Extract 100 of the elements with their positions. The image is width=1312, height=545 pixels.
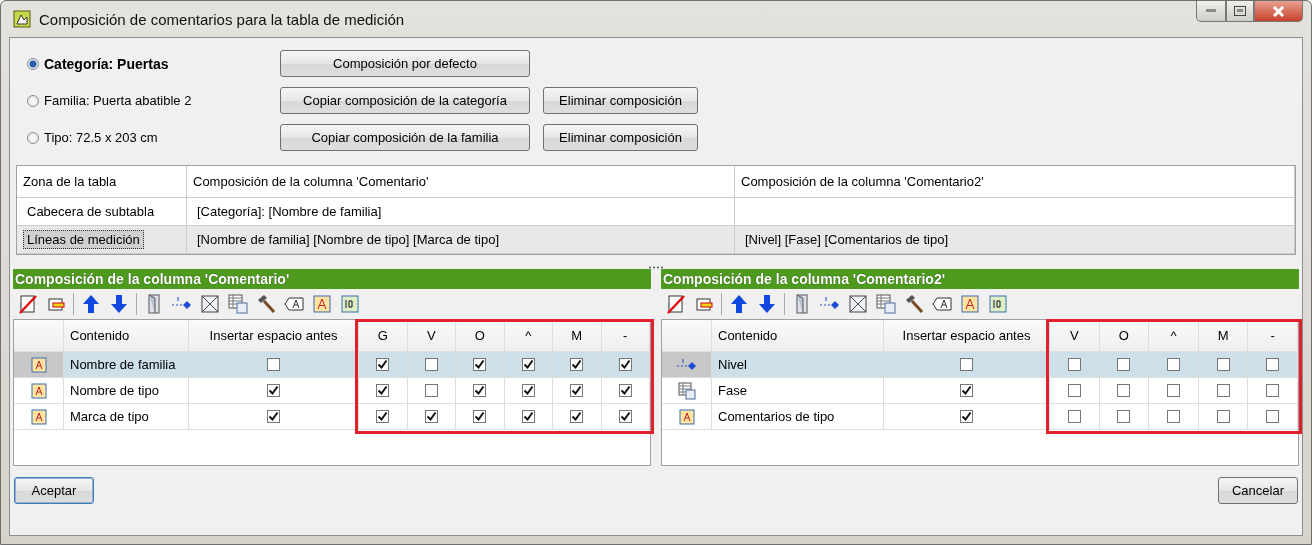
checkbox[interactable] <box>376 410 390 423</box>
radio-option[interactable]: Categoría: Puertas <box>27 55 267 72</box>
checkbox[interactable] <box>267 410 280 423</box>
number-field-icon[interactable] <box>339 293 361 315</box>
checkbox[interactable] <box>1167 384 1180 397</box>
app-icon <box>13 10 31 28</box>
radio-option[interactable]: Tipo: 72.5 x 203 cm <box>27 130 267 145</box>
text-field-icon <box>30 382 47 399</box>
panel-title: Composición de la columna 'Comentario2' <box>661 269 1299 289</box>
text-field-icon[interactable] <box>311 293 333 315</box>
delete-icon[interactable] <box>17 293 39 315</box>
checkbox[interactable] <box>521 410 535 423</box>
row-header[interactable] <box>662 404 712 430</box>
checkbox[interactable] <box>521 358 535 371</box>
action-button[interactable]: Eliminar composición <box>543 87 698 114</box>
checkbox[interactable] <box>1117 384 1131 397</box>
checkbox[interactable] <box>424 410 438 423</box>
dialog-button[interactable]: Cancelar <box>1218 476 1298 504</box>
row-header[interactable] <box>662 378 712 404</box>
checkbox[interactable] <box>960 410 973 423</box>
checkbox[interactable] <box>960 358 973 371</box>
column-header: Zona de la tabla <box>17 166 187 198</box>
table-icon[interactable] <box>875 293 897 315</box>
checkbox[interactable] <box>1216 384 1230 397</box>
checkbox[interactable] <box>1266 358 1280 371</box>
header-cell <box>14 320 64 352</box>
table-cell: Nombre de familia <box>64 352 189 378</box>
up-arrow-icon[interactable] <box>728 293 750 315</box>
checkbox[interactable] <box>1266 410 1280 423</box>
column-header: Insertar espacio antes <box>884 320 1050 352</box>
down-arrow-icon[interactable] <box>756 293 778 315</box>
checkbox[interactable] <box>1216 410 1230 423</box>
checkbox[interactable] <box>521 384 535 397</box>
table-cell: [Nivel] [Fase] [Comentarios de tipo] <box>735 226 1295 254</box>
row-header[interactable]: Cabecera de subtabla <box>17 198 187 226</box>
column-header: V <box>1050 320 1100 352</box>
checkbox[interactable] <box>570 384 584 397</box>
close-icon <box>1272 5 1285 17</box>
delete-icon[interactable] <box>665 293 687 315</box>
text-field-icon <box>30 408 47 425</box>
checkbox[interactable] <box>570 358 584 371</box>
checkbox[interactable] <box>424 384 438 397</box>
level-marker-icon <box>675 357 698 372</box>
action-button[interactable]: Composición por defecto <box>280 50 530 77</box>
checkbox[interactable] <box>618 384 632 397</box>
row-header[interactable] <box>14 378 64 404</box>
column-header: V <box>407 320 456 352</box>
table-cell: Fase <box>712 378 884 404</box>
table-icon[interactable] <box>227 293 249 315</box>
maximize-button[interactable] <box>1226 1 1254 22</box>
checkbox[interactable] <box>1266 384 1280 397</box>
table-cell: Nombre de tipo <box>64 378 189 404</box>
column-header: M <box>553 320 602 352</box>
checkbox[interactable] <box>570 410 584 423</box>
checkbox[interactable] <box>1067 384 1081 397</box>
column-header: - <box>601 320 650 352</box>
text-field-icon[interactable] <box>959 293 981 315</box>
checkbox[interactable] <box>1117 410 1131 423</box>
splitter-grip[interactable] <box>648 266 664 269</box>
column-header: M <box>1198 320 1249 352</box>
table-cell: Marca de tipo <box>64 404 189 430</box>
maximize-icon <box>1234 6 1246 16</box>
close-button[interactable] <box>1254 1 1303 22</box>
checkbox[interactable] <box>1067 358 1081 371</box>
checkbox[interactable] <box>376 384 390 397</box>
checkbox[interactable] <box>1167 410 1180 423</box>
crossed-box-icon[interactable] <box>847 293 869 315</box>
checkbox[interactable] <box>1117 358 1131 371</box>
number-field-icon[interactable] <box>987 293 1009 315</box>
checkbox[interactable] <box>1167 358 1180 371</box>
radio-option[interactable]: Familia: Puerta abatible 2 <box>27 93 267 108</box>
checkbox[interactable] <box>618 410 632 423</box>
checkbox[interactable] <box>960 384 973 397</box>
down-arrow-icon[interactable] <box>108 293 130 315</box>
checkbox[interactable] <box>267 358 280 371</box>
checkbox[interactable] <box>1067 410 1081 423</box>
row-header[interactable]: Líneas de medición <box>17 226 187 254</box>
column-header: Composición de la columna 'Comentario' <box>187 166 735 198</box>
row-header[interactable] <box>14 404 64 430</box>
checkbox[interactable] <box>473 384 487 397</box>
row-header[interactable] <box>662 352 712 378</box>
panel-title: Composición de la columna 'Comentario' <box>13 269 651 289</box>
action-button[interactable]: Eliminar composición <box>543 124 698 151</box>
checkbox[interactable] <box>618 358 632 371</box>
dialog-button[interactable]: Aceptar <box>14 476 94 504</box>
checkbox[interactable] <box>267 384 280 397</box>
checkbox[interactable] <box>473 410 487 423</box>
table-cell: Nivel <box>712 352 884 378</box>
up-arrow-icon[interactable] <box>80 293 102 315</box>
checkbox[interactable] <box>376 358 390 371</box>
checkbox[interactable] <box>424 358 438 371</box>
checkbox[interactable] <box>473 358 487 371</box>
column-header: ^ <box>1149 320 1199 352</box>
text-field-icon <box>678 408 695 425</box>
column-header: O <box>456 320 505 352</box>
checkbox[interactable] <box>1216 358 1230 371</box>
minimize-button[interactable] <box>1196 1 1226 22</box>
crossed-box-icon[interactable] <box>199 293 221 315</box>
action-button[interactable]: Copiar composición de la familia <box>280 124 530 151</box>
action-button[interactable]: Copiar composición de la categoría <box>280 87 530 114</box>
